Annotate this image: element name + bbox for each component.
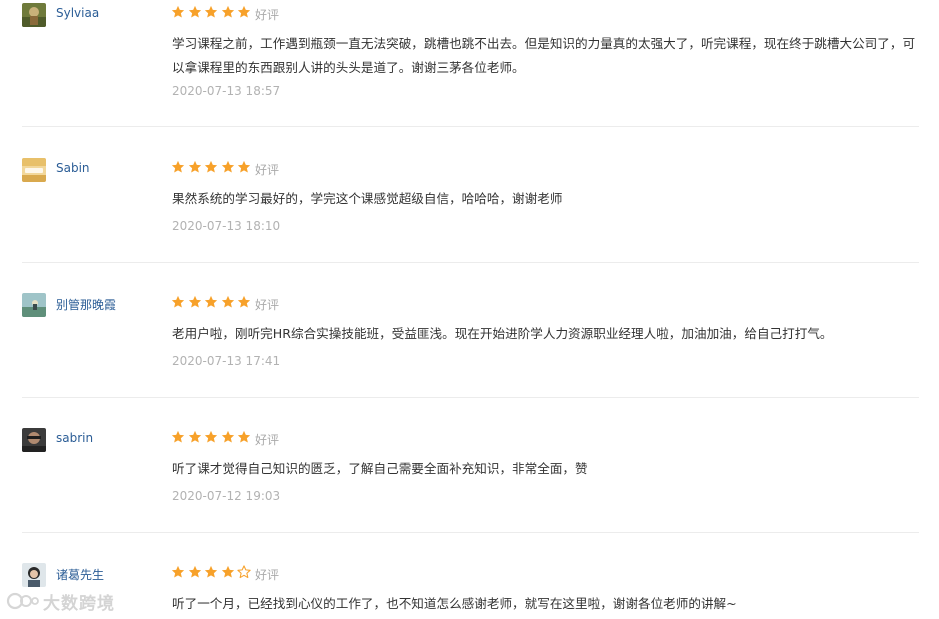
avatar[interactable] — [22, 563, 46, 587]
avatar-image — [22, 563, 46, 587]
star-empty-icon — [237, 565, 251, 579]
star-filled-icon — [188, 5, 201, 18]
rating-stars — [171, 159, 254, 175]
rating-label: 好评 — [255, 568, 280, 582]
review-content: 果然系统的学习最好的，学完这个课感觉超级自信，哈哈哈，谢谢老师 — [172, 191, 563, 206]
star-filled-icon — [221, 295, 234, 308]
review-content: 老用户啦，刚听完HR综合实操技能班，受益匪浅。现在开始进阶学人力资源职业经理人啦… — [172, 326, 833, 341]
star-filled-icon — [237, 160, 251, 173]
username[interactable]: 别管那晚霞 — [56, 296, 116, 313]
star-filled-icon — [237, 430, 251, 443]
star-filled-icon — [171, 160, 185, 173]
star-filled-icon — [237, 295, 251, 308]
review-date: 2020-07-12 19:03 — [172, 489, 281, 503]
review-date: 2020-07-13 17:41 — [172, 354, 281, 368]
star-filled-icon — [204, 160, 218, 173]
star-filled-icon — [171, 565, 185, 578]
rating-stars — [171, 564, 254, 580]
review-content: 学习课程之前，工作遇到瓶颈一直无法突破，跳槽也跳不出去。但是知识的力量真的太强大… — [172, 36, 916, 75]
rating-label: 好评 — [255, 298, 280, 312]
review-item: 诸葛先生 好评 听了一个月，已经找到心仪的工作了，也不知道怎么感谢老师，就写在这… — [0, 560, 939, 619]
review-date: 2020-07-13 18:57 — [172, 84, 281, 98]
avatar[interactable] — [22, 428, 46, 452]
star-filled-icon — [188, 295, 201, 308]
rating-label: 好评 — [255, 433, 280, 447]
avatar-image — [22, 428, 46, 452]
review-content: 听了一个月，已经找到心仪的工作了，也不知道怎么感谢老师，就写在这里啦，谢谢各位老… — [172, 596, 737, 611]
review-date: 2020-07-13 18:10 — [172, 219, 281, 233]
star-filled-icon — [204, 295, 218, 308]
avatar-image — [22, 3, 46, 27]
watermark: 大数跨境 — [6, 589, 115, 614]
star-filled-icon — [221, 565, 234, 578]
divider — [22, 126, 919, 127]
star-filled-icon — [188, 430, 201, 443]
star-filled-icon — [171, 295, 185, 308]
star-filled-icon — [221, 430, 234, 443]
rating-stars — [171, 294, 254, 310]
review-item: Sabin 好评 果然系统的学习最好的，学完这个课感觉超级自信，哈哈哈，谢谢老师… — [0, 155, 939, 290]
star-filled-icon — [237, 5, 251, 18]
rating-label: 好评 — [255, 163, 280, 177]
username[interactable]: Sylviaa — [56, 6, 99, 20]
rating-stars — [171, 4, 254, 20]
star-filled-icon — [188, 160, 201, 173]
username[interactable]: 诸葛先生 — [56, 566, 104, 583]
username[interactable]: sabrin — [56, 431, 93, 445]
rating-stars — [171, 429, 254, 445]
watermark-text: 大数跨境 — [43, 593, 115, 614]
star-filled-icon — [171, 430, 185, 443]
star-filled-icon — [188, 565, 201, 578]
divider — [22, 262, 919, 263]
star-filled-icon — [221, 5, 234, 18]
username[interactable]: Sabin — [56, 161, 90, 175]
star-filled-icon — [221, 160, 234, 173]
review-item: 别管那晚霞 好评 老用户啦，刚听完HR综合实操技能班，受益匪浅。现在开始进阶学人… — [0, 290, 939, 425]
rating-label: 好评 — [255, 8, 280, 22]
avatar[interactable] — [22, 158, 46, 182]
avatar-image — [22, 158, 46, 182]
watermark-logo-icon — [6, 592, 39, 610]
star-filled-icon — [204, 565, 218, 578]
review-item: sabrin 好评 听了课才觉得自己知识的匮乏，了解自己需要全面补充知识，非常全… — [0, 425, 939, 560]
review-content: 听了课才觉得自己知识的匮乏，了解自己需要全面补充知识，非常全面，赞 — [172, 461, 588, 476]
star-filled-icon — [204, 5, 218, 18]
review-list: Sylviaa 好评 学习课程之前，工作遇到瓶颈一直无法突破，跳槽也跳不出去。但… — [0, 0, 939, 619]
review-item: Sylviaa 好评 学习课程之前，工作遇到瓶颈一直无法突破，跳槽也跳不出去。但… — [0, 0, 939, 135]
divider — [22, 532, 919, 533]
divider — [22, 397, 919, 398]
avatar[interactable] — [22, 293, 46, 317]
avatar-image — [22, 293, 46, 317]
star-filled-icon — [171, 5, 185, 18]
avatar[interactable] — [22, 3, 46, 27]
star-filled-icon — [204, 430, 218, 443]
